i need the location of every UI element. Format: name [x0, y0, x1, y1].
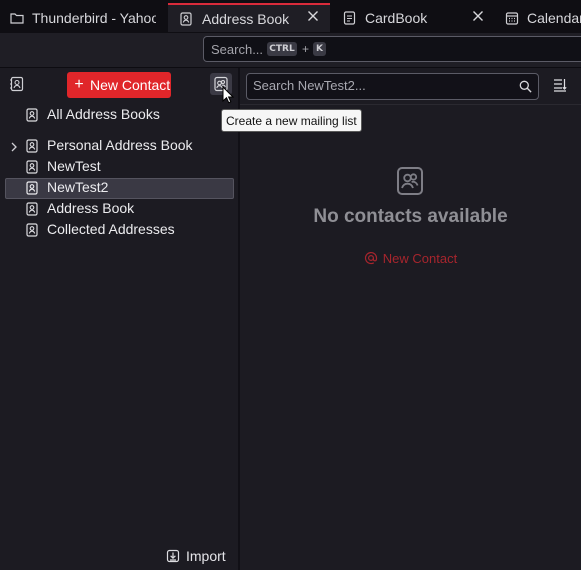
shortcut-key-k: K: [313, 42, 326, 56]
empty-state-new-contact-link[interactable]: New Contact: [240, 249, 581, 267]
book-item-newtest2[interactable]: NewTest2: [5, 178, 234, 199]
book-item-all-address-books[interactable]: All Address Books: [0, 105, 238, 125]
tab-label: CardBook: [365, 9, 428, 26]
at-sign-icon: [364, 251, 378, 265]
contacts-placeholder-icon: [395, 166, 425, 196]
tab-calendar[interactable]: Calendar: [505, 3, 581, 32]
book-label: Address Book: [47, 200, 135, 216]
book-item-address-book[interactable]: Address Book: [0, 199, 238, 219]
address-book-icon: [25, 202, 39, 216]
book-label: Collected Addresses: [47, 221, 175, 237]
tooltip-text: Create a new mailing list: [226, 113, 357, 128]
cardbook-icon: [341, 10, 357, 26]
tab-label: Calendar: [527, 9, 581, 26]
import-label: Import: [186, 548, 226, 564]
chevron-right-icon[interactable]: [10, 140, 18, 152]
shortcut-key-ctrl: CTRL: [267, 42, 297, 56]
address-book-icon: [25, 108, 39, 122]
tooltip: Create a new mailing list: [221, 109, 362, 132]
close-tab-icon[interactable]: [306, 9, 320, 23]
address-book-icon: [25, 139, 39, 153]
book-item-newtest[interactable]: NewTest: [0, 157, 238, 177]
contacts-pane: [240, 68, 581, 570]
address-book-icon: [25, 181, 39, 195]
empty-state-title: No contacts available: [313, 206, 508, 227]
empty-state-new-contact-label: New Contact: [382, 250, 458, 266]
mouse-cursor-icon: [222, 85, 235, 104]
tab-thunderbird-yahoo[interactable]: Thunderbird - Yahoo: [10, 3, 156, 32]
search-icon: [519, 80, 532, 93]
folder-icon: [10, 10, 24, 26]
new-contact-button[interactable]: + New Contact: [67, 72, 171, 98]
calendar-icon: [505, 10, 519, 26]
book-item-personal-address-book[interactable]: Personal Address Book: [0, 136, 238, 156]
shortcut-plus: +: [302, 42, 310, 56]
address-book-icon: [178, 11, 194, 27]
tab-label: Thunderbird - Yahoo: [32, 9, 156, 26]
global-search-box[interactable]: Search... CTRL + K: [203, 36, 581, 62]
book-label: NewTest: [47, 158, 101, 174]
book-label: NewTest2: [47, 179, 109, 195]
import-button[interactable]: Import: [166, 546, 226, 566]
contact-search-input[interactable]: [253, 78, 513, 93]
global-search-placeholder: Search...: [211, 42, 264, 57]
address-book-icon: [25, 223, 39, 237]
tab-cardbook[interactable]: CardBook: [341, 3, 461, 32]
plus-icon: +: [74, 76, 84, 93]
contact-search-box[interactable]: [246, 73, 539, 100]
tab-bar: Thunderbird - Yahoo Address Book CardBoo…: [0, 0, 581, 33]
address-book-icon: [25, 160, 39, 174]
import-icon: [166, 549, 180, 563]
book-label: Personal Address Book: [47, 137, 193, 153]
book-item-collected-addresses[interactable]: Collected Addresses: [0, 220, 238, 240]
tab-label: Address Book: [202, 10, 290, 27]
book-label: All Address Books: [47, 106, 160, 122]
list-options-icon[interactable]: [552, 77, 568, 93]
address-book-menu-icon[interactable]: [9, 76, 25, 92]
new-contact-label: New Contact: [90, 77, 171, 93]
close-tab-icon[interactable]: [471, 9, 485, 23]
